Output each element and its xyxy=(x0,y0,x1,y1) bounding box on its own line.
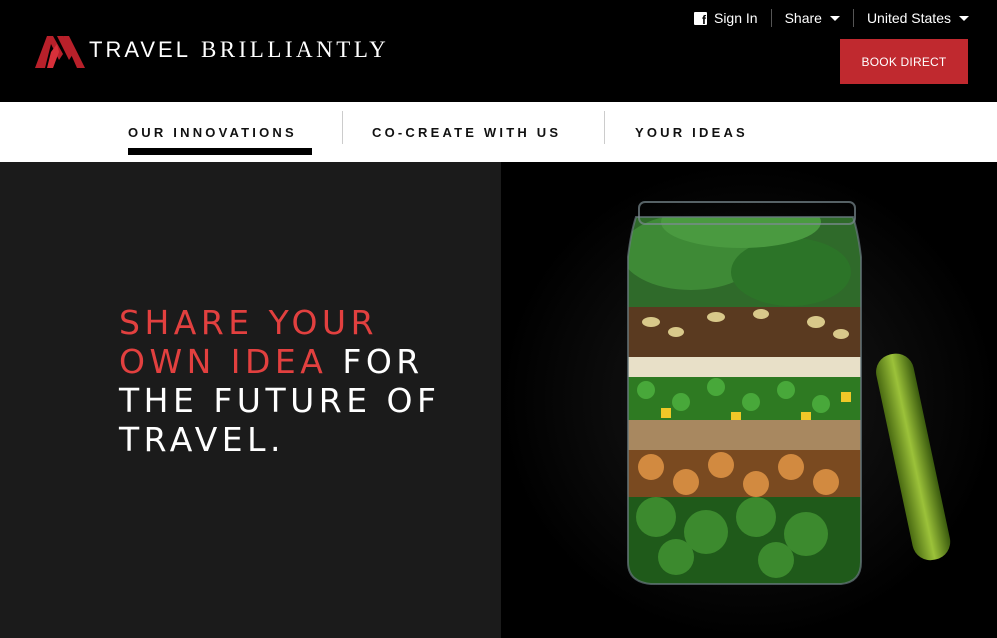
headline-line-2-red: OWN IDEA xyxy=(119,342,328,381)
headline-line-1: SHARE YOUR xyxy=(119,303,379,342)
tab-your-ideas[interactable]: YOUR IDEAS xyxy=(635,102,748,162)
region-label: United States xyxy=(866,10,951,26)
wordmark-brilliantly: BRILLIANTLY xyxy=(200,37,390,62)
hero-text-panel: SHARE YOUR OWN IDEA FOR THE FUTURE OF TR… xyxy=(0,162,501,638)
site-header: TRAVEL BRILLIANTLY Sign In Share United … xyxy=(0,0,997,102)
divider xyxy=(604,111,605,144)
region-dropdown[interactable]: United States xyxy=(854,8,969,28)
headline-line-4: TRAVEL. xyxy=(119,420,286,459)
headline-line-3: THE FUTURE OF xyxy=(119,381,441,420)
active-tab-indicator xyxy=(128,148,312,155)
caret-down-icon xyxy=(959,15,969,21)
divider xyxy=(342,111,343,144)
headline-line-2-white: FOR xyxy=(327,342,424,381)
salad-jar-photo xyxy=(501,162,997,638)
utility-nav: Sign In Share United States xyxy=(681,7,969,29)
headline-line-2: OWN IDEA FOR xyxy=(119,342,441,381)
salad-jar-illustration xyxy=(501,162,997,638)
tab-co-create-with-us[interactable]: CO-CREATE WITH US xyxy=(372,102,561,162)
hero-headline: SHARE YOUR OWN IDEA FOR THE FUTURE OF TR… xyxy=(119,303,441,459)
caret-down-icon xyxy=(829,15,840,21)
book-direct-button[interactable]: BOOK DIRECT xyxy=(840,39,968,84)
share-dropdown[interactable]: Share xyxy=(772,8,853,28)
wordmark-travel: TRAVEL xyxy=(89,37,191,62)
section-nav: OUR INNOVATIONS CO-CREATE WITH US YOUR I… xyxy=(0,102,997,162)
brand-logo[interactable]: TRAVEL BRILLIANTLY xyxy=(33,30,389,70)
share-label: Share xyxy=(784,10,822,26)
marriott-m-logo-icon xyxy=(35,36,85,68)
sign-in-label: Sign In xyxy=(713,10,758,26)
facebook-icon xyxy=(693,11,707,27)
sign-in-link[interactable]: Sign In xyxy=(681,8,771,28)
